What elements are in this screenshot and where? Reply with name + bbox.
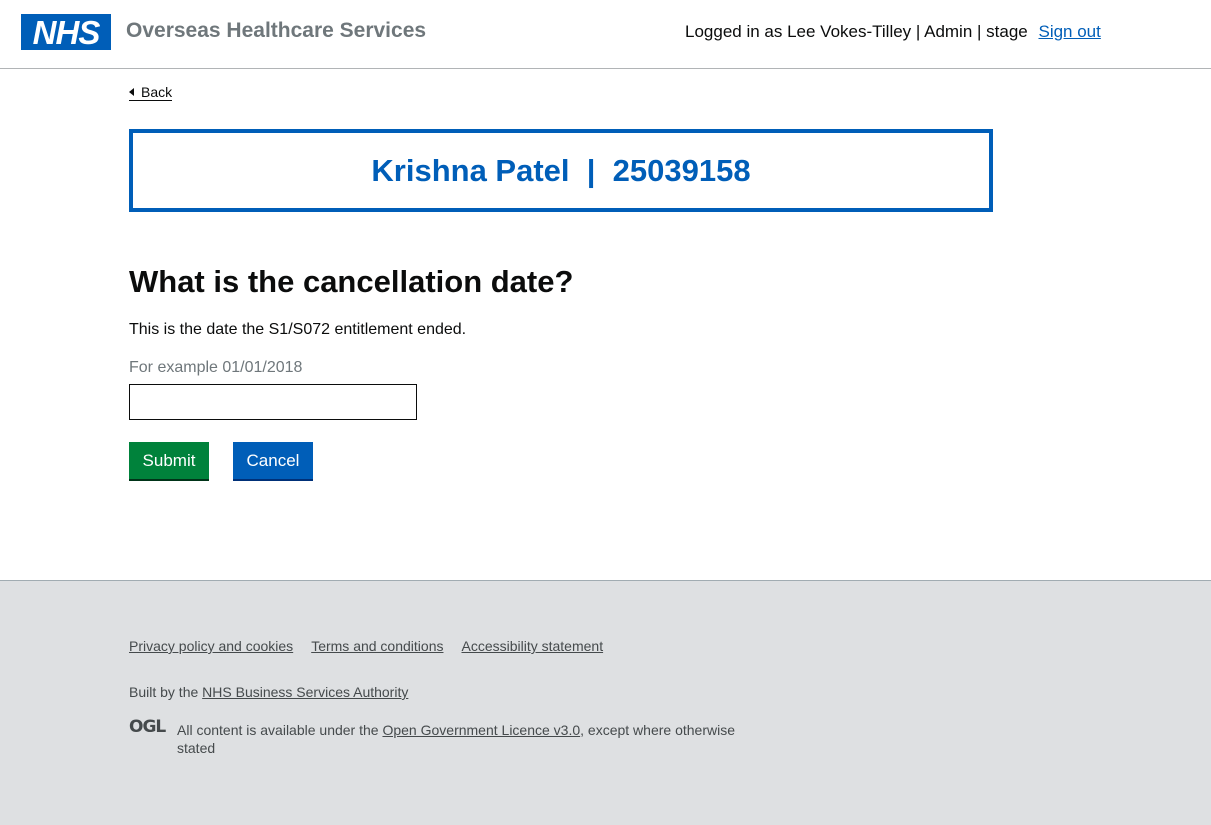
submit-button[interactable]: Submit bbox=[129, 442, 209, 479]
nhs-logo-text: NHS bbox=[32, 13, 101, 51]
built-by: Built by the NHS Business Services Autho… bbox=[129, 684, 408, 700]
patient-banner: Krishna Patel | 25039158 bbox=[129, 129, 993, 212]
accessibility-statement-link[interactable]: Accessibility statement bbox=[461, 638, 603, 654]
nhsbsa-link[interactable]: NHS Business Services Authority bbox=[202, 684, 408, 700]
nhs-logo[interactable]: NHS bbox=[21, 14, 111, 50]
licence-text: All content is available under the Open … bbox=[177, 721, 777, 757]
site-header: NHS Overseas Healthcare Services Logged … bbox=[0, 0, 1211, 69]
built-by-prefix: Built by the bbox=[129, 684, 203, 700]
footer-links: Privacy policy and cookies Terms and con… bbox=[129, 638, 603, 654]
date-example-hint: For example 01/01/2018 bbox=[129, 359, 303, 376]
cancel-button[interactable]: Cancel bbox=[233, 442, 313, 479]
back-link-label: Back bbox=[141, 84, 173, 100]
ogl-licence-link[interactable]: Open Government Licence v3.0 bbox=[382, 722, 580, 738]
logged-in-text: Logged in as Lee Vokes-Tilley | Admin | … bbox=[685, 22, 1028, 41]
chevron-left-icon bbox=[129, 88, 134, 96]
site-footer: Privacy policy and cookies Terms and con… bbox=[0, 580, 1211, 825]
ogl-logo-icon: OGL bbox=[129, 717, 166, 737]
licence-prefix: All content is available under the bbox=[177, 722, 383, 738]
sign-out-link[interactable]: Sign out bbox=[1038, 22, 1100, 41]
page-title: What is the cancellation date? bbox=[129, 264, 574, 299]
service-name[interactable]: Overseas Healthcare Services bbox=[126, 19, 426, 43]
terms-link[interactable]: Terms and conditions bbox=[311, 638, 443, 654]
privacy-policy-link[interactable]: Privacy policy and cookies bbox=[129, 638, 293, 654]
back-link[interactable]: Back bbox=[129, 84, 173, 101]
hint-text: This is the date the S1/S072 entitlement… bbox=[129, 321, 467, 338]
user-info: Logged in as Lee Vokes-Tilley | Admin | … bbox=[685, 22, 1101, 42]
patient-name-and-id: Krishna Patel | 25039158 bbox=[371, 152, 751, 188]
cancellation-date-input[interactable] bbox=[129, 384, 417, 420]
